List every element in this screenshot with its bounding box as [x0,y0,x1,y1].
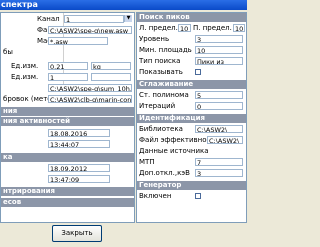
searchtype-label: Тип поиска [139,57,181,65]
show-label: Показывать [139,68,183,76]
mtp-row: МТП 7 [137,158,246,167]
category-integration[interactable]: нтрирования [1,187,134,196]
library-input[interactable]: C:\ASW2\ [195,125,243,133]
ui-row: бы [1,48,134,57]
left-property-grid: Канал 1 ▼ Файл C:\ASW2\spe-g\new.asw Мас… [0,12,135,223]
time-row-1: 13:44:07 [1,140,134,149]
minarea-input[interactable]: 10 [195,46,243,54]
dev-row: Доп.откл.,кэВ 3 [137,169,246,178]
spec-file-input[interactable]: C:\ASW2\spe-g\sum_10h.s [48,84,132,92]
category-activity-title[interactable]: ния активностей [1,117,134,126]
unit-value-2[interactable]: 1 [48,73,88,81]
peak-limits-row: Л. предел. 10 П. предел. 10 [137,24,246,33]
category-smoothing[interactable]: Сглаживание [137,80,246,89]
file-input[interactable]: C:\ASW2\spe-g\new.asw [48,26,132,34]
peak-right-input[interactable]: 10 [233,24,245,32]
unit-label-2: Ед.изм. [11,73,39,81]
category-peak-search[interactable]: Поиск пиков [137,13,246,22]
date-input-2[interactable]: 18.09.2012 [48,164,110,172]
time-row-2: 13:47:09 [1,175,134,184]
level-row: Уровень 3 [137,35,246,44]
mask-row: Маска *.asw [1,37,134,46]
date-row-2: 18.09.2012 [1,164,134,173]
right-property-grid: Поиск пиков Л. предел. 10 П. предел. 10 … [136,12,247,223]
unit-unit-1[interactable]: kg [91,62,131,70]
efficiency-input[interactable]: C:\ASW2\ [207,136,243,144]
iter-label: Итераций [139,102,176,110]
enabled-row: Включен [137,192,246,201]
time-input-2[interactable]: 13:47:09 [48,175,110,183]
category-mid[interactable]: ка [1,153,134,162]
level-input[interactable]: 3 [195,35,243,43]
searchtype-row: Тип поиска Пики из [137,57,246,66]
calib-input[interactable]: C:\ASW2\clb-g\marin-cons [48,95,132,103]
poly-label: Ст. полинома [139,91,189,99]
library-label: Библиотека [139,125,183,133]
iter-row: Итераций 0 [137,102,246,111]
level-label: Уровень [139,35,170,43]
dev-label: Доп.откл.,кэВ [139,169,190,177]
iter-input[interactable]: 0 [195,102,243,110]
peak-left-label: Л. предел. [139,24,178,32]
enabled-label: Включен [139,192,172,200]
library-row: Библиотека C:\ASW2\ [137,125,246,134]
channel-input[interactable]: 1 [64,15,124,23]
source-row: Данные источника [137,147,246,156]
chevron-down-icon[interactable]: ▼ [124,15,132,22]
show-row: Показывать [137,68,246,77]
category-weights[interactable]: есов [1,198,134,207]
poly-input[interactable]: 5 [195,91,243,99]
mtp-input[interactable]: 7 [195,158,243,166]
ui-label: бы [3,48,13,56]
mtp-label: МТП [139,158,155,166]
file-row: Файл C:\ASW2\spe-g\new.asw [1,26,134,35]
efficiency-row: Файл эффективности C:\ASW2\ [137,136,246,145]
source-label: Данные источника [139,147,209,155]
enabled-checkbox[interactable] [195,193,201,199]
unit-label-1: Ед.изм. [11,62,39,70]
poly-row: Ст. полинома 5 [137,91,246,100]
mask-input[interactable]: *.asw [48,37,108,45]
date-input-1[interactable]: 18.08.2016 [48,129,110,137]
show-checkbox[interactable] [195,69,201,75]
category-generator[interactable]: Генератор [137,181,246,190]
minarea-label: Мин. площадь [139,46,192,54]
spec-file-row: C:\ASW2\spe-g\sum_10h.s [1,84,134,93]
peak-left-input[interactable]: 10 [178,24,191,32]
unit-row-2: Ед.изм. 1 [1,73,134,82]
close-button[interactable]: Закрыть [52,225,102,242]
time-input-1[interactable]: 13:44:07 [48,140,110,148]
searchtype-select[interactable]: Пики из [195,57,243,65]
date-row-1: 18.08.2016 [1,129,134,138]
category-activity[interactable]: ния [1,107,134,116]
unit-unit-2[interactable] [91,73,131,81]
channel-label: Канал [37,15,60,23]
category-identification[interactable]: Идентификация [137,114,246,123]
minarea-row: Мин. площадь 10 [137,46,246,55]
calib-row: бровок (метод C:\ASW2\clb-g\marin-cons [1,95,134,104]
dev-input[interactable]: 3 [195,169,243,177]
unit-value-1[interactable]: 0.21 [48,62,88,70]
channel-row: Канал 1 ▼ [1,15,134,24]
unit-row-1: Ед.изм. 0.21 kg [1,62,134,71]
peak-right-label: П. предел. [193,24,232,32]
window-title: спектра [0,0,247,10]
